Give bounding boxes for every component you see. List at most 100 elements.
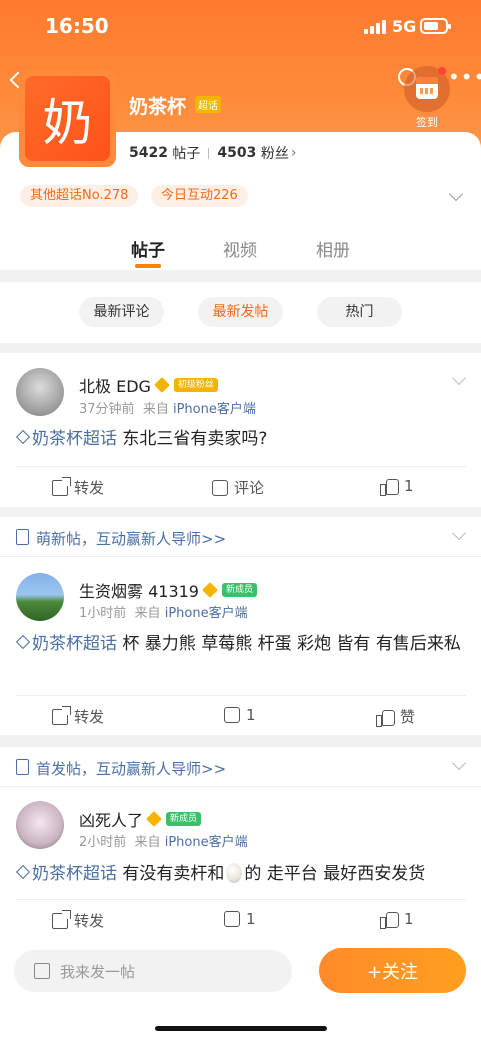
fan-badge: 初级粉丝: [173, 378, 218, 392]
status-time: 16:50: [45, 14, 109, 38]
comment-count: 1: [246, 910, 256, 928]
chevron-right-icon: ›: [290, 145, 297, 161]
like-count: 1: [404, 477, 414, 495]
calendar-icon: [416, 77, 438, 99]
document-icon: [16, 529, 29, 545]
post-text: 东北三省有卖家吗?: [122, 429, 268, 449]
super-topic-icon: [15, 864, 31, 880]
like-button[interactable]: 赞: [376, 706, 415, 727]
topic-link[interactable]: 奶茶杯超话: [15, 429, 117, 449]
first-post-banner[interactable]: 首发帖，互动赢新人导师>>: [0, 747, 481, 787]
post-card[interactable]: 生资烟雾 41319 新成员 1小时前 来自 iPhone客户端 奶茶杯超话 杯…: [0, 557, 481, 735]
author-name: 凶死人了: [79, 811, 144, 830]
post-actions: 转发 1 1: [16, 899, 466, 939]
new-user-banner[interactable]: 萌新帖，互动赢新人导师>>: [0, 517, 481, 557]
avatar[interactable]: [16, 573, 64, 621]
filter-latest-post[interactable]: 最新发帖: [198, 297, 283, 327]
filter-hot[interactable]: 热门: [317, 297, 402, 327]
comment-button[interactable]: 评论: [212, 477, 264, 498]
chevron-down-icon[interactable]: [451, 755, 467, 771]
post-actions: 转发 评论 1: [16, 466, 466, 506]
avatar[interactable]: [16, 368, 64, 416]
post-text-continued: 的 走平台 最好西安发货: [244, 864, 426, 884]
post-meta: 37分钟前 来自 iPhone客户端: [79, 398, 256, 417]
from-label: 来自: [134, 606, 161, 621]
posts-count: 5422: [129, 145, 168, 161]
thumbs-up-icon: [380, 911, 399, 929]
post-content[interactable]: 奶茶杯超话 杯 暴力熊 草莓熊 杆蛋 彩炮 皆有 有售后来私: [15, 631, 466, 657]
author-name: 北极 EDG: [79, 377, 151, 396]
banner-text: 萌新帖，互动赢新人导师>>: [36, 530, 227, 548]
topic-link[interactable]: 奶茶杯超话: [15, 634, 117, 654]
comment-button[interactable]: 1: [224, 910, 256, 928]
post-author[interactable]: 生资烟雾 41319 新成员: [79, 578, 258, 602]
like-button[interactable]: 1: [380, 477, 414, 496]
post-author[interactable]: 北极 EDG 初级粉丝: [79, 373, 218, 397]
like-button[interactable]: 1: [380, 910, 414, 929]
active-tab-indicator: [135, 264, 161, 268]
post-author[interactable]: 凶死人了 新成员: [79, 807, 202, 831]
super-topic-icon: [15, 634, 31, 650]
post-source[interactable]: iPhone客户端: [165, 606, 248, 621]
more-icon[interactable]: •••: [448, 67, 481, 87]
fans-count: 4503: [217, 145, 257, 161]
stats-divider: [208, 147, 210, 159]
post-meta: 1小时前 来自 iPhone客户端: [79, 602, 248, 621]
tab-videos[interactable]: 视频: [223, 236, 257, 261]
author-name: 生资烟雾 41319: [79, 582, 199, 601]
fan-medal-icon: [202, 582, 218, 598]
content-tabs: 帖子 视频 相册: [0, 236, 481, 270]
post-content[interactable]: 奶茶杯超话 有没有卖杆和的 走平台 最好西安发货: [15, 861, 466, 887]
tab-albums[interactable]: 相册: [316, 236, 350, 261]
rank-chip[interactable]: 其他超话No.278: [20, 185, 139, 207]
post-time: 2小时前: [79, 835, 127, 850]
super-topic-tag: 超话: [195, 96, 221, 113]
thumbs-up-icon: [380, 478, 399, 496]
home-indicator: [155, 1026, 327, 1031]
comment-label: 评论: [234, 479, 265, 497]
avatar[interactable]: [16, 801, 64, 849]
filter-bar: 最新评论 最新发帖 热门: [0, 282, 481, 343]
share-button[interactable]: 转发: [52, 909, 104, 931]
post-source[interactable]: iPhone客户端: [173, 402, 256, 417]
comment-icon: [224, 707, 240, 723]
document-icon: [16, 759, 29, 775]
chevron-down-icon[interactable]: [451, 525, 467, 541]
post-card[interactable]: 凶死人了 新成员 2小时前 来自 iPhone客户端 奶茶杯超话 有没有卖杆和的…: [0, 787, 481, 937]
share-button[interactable]: 转发: [52, 476, 104, 498]
topic-link-text: 奶茶杯超话: [32, 864, 117, 884]
post-source[interactable]: iPhone客户端: [165, 835, 248, 850]
topic-stats[interactable]: 5422 帖子 4503 粉丝 ›: [129, 143, 296, 163]
compose-input[interactable]: 我来发一帖: [14, 950, 292, 992]
signin-label: 签到: [416, 116, 438, 129]
status-bar: 16:50 5G: [0, 0, 481, 55]
post-content[interactable]: 奶茶杯超话 东北三省有卖家吗?: [15, 426, 466, 452]
topic-logo-char: 奶: [25, 76, 110, 161]
topic-link-text: 奶茶杯超话: [32, 429, 117, 449]
from-label: 来自: [142, 402, 169, 417]
topic-name: 奶茶杯: [129, 96, 187, 118]
member-badge: 新成员: [222, 583, 258, 597]
tab-posts[interactable]: 帖子: [131, 236, 165, 261]
topic-link[interactable]: 奶茶杯超话: [15, 864, 117, 884]
share-button[interactable]: 转发: [52, 705, 105, 727]
bottom-bar: 我来发一帖 +关注: [0, 937, 481, 1041]
banner-text: 首发帖，互动赢新人导师>>: [36, 760, 227, 778]
share-icon: [52, 476, 71, 496]
topic-link-text: 奶茶杯超话: [32, 634, 117, 654]
comment-button[interactable]: 1: [224, 706, 256, 724]
chevron-down-icon[interactable]: [451, 370, 467, 386]
battery-icon: [420, 18, 451, 34]
interaction-chip[interactable]: 今日互动226: [151, 185, 248, 207]
share-label: 转发: [74, 708, 105, 726]
follow-button[interactable]: +关注: [319, 948, 466, 993]
thumbs-up-icon: [376, 709, 395, 727]
post-time: 37分钟前: [79, 402, 135, 417]
comment-icon: [212, 479, 228, 496]
post-card[interactable]: 北极 EDG 初级粉丝 37分钟前 来自 iPhone客户端 奶茶杯超话 东北三…: [0, 353, 481, 507]
member-badge: 新成员: [166, 812, 202, 826]
filter-latest-comment[interactable]: 最新评论: [79, 297, 164, 327]
fan-medal-icon: [146, 811, 162, 827]
post-actions: 转发 1 赞: [16, 695, 466, 735]
topic-logo: 奶: [19, 70, 116, 167]
